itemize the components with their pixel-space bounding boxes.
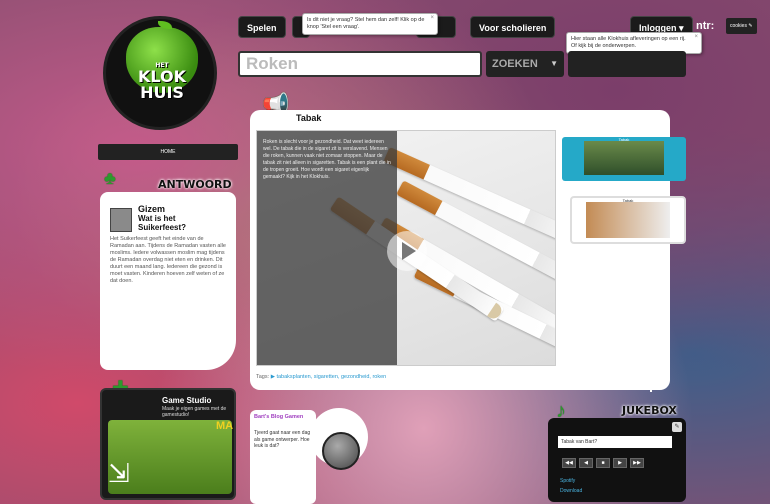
tooltip-stel-vraag: Is dit niet je vraag? Stel hem dan zelf!… (302, 13, 438, 35)
nav-voor-scholieren[interactable]: Voor scholieren (470, 16, 556, 38)
blog-title: Bart's Blog Gamen (254, 414, 304, 420)
antwoord-panel[interactable]: Gizem Wat is het Suikerfeest? Het Suiker… (100, 192, 236, 370)
video-description: Roken is slecht voor je gezondheid. Dat … (257, 131, 397, 365)
tags-links[interactable]: tabaksplanten, sigaretten, gezondheid, r… (276, 374, 386, 380)
tooltip-text: Hier staan alle Klokhuis afleveringen op… (571, 36, 686, 49)
video-thumbnail-2[interactable]: Tabak (570, 196, 686, 244)
antwoord-heading: ANTWOORD (158, 178, 232, 191)
nav-spelen[interactable]: Spelen (238, 16, 286, 38)
thumbnail-image (584, 141, 664, 175)
video-player[interactable]: Roken is slecht voor je gezondheid. Dat … (256, 130, 556, 366)
tag-icon: ▶ (270, 374, 275, 380)
play-icon (402, 242, 416, 260)
game-studio-subtitle: Maak je eigen games met de gamestudio! (162, 406, 227, 418)
rewind-button[interactable]: ◀◀ (562, 458, 576, 468)
klokhuis-logo[interactable]: HET KLOK HUIS (103, 16, 217, 130)
jukebox-heading: JUKEBOX (622, 404, 677, 417)
forward-button[interactable]: ▶▶ (630, 458, 644, 468)
thumbnail-label: Tabak (618, 137, 630, 142)
close-icon[interactable]: × (430, 15, 434, 22)
play-button[interactable]: ▶ (613, 458, 627, 468)
jukebox-panel: ✎ Tabak van Bart? ◀◀ ◀ ■ ▶ ▶▶ Spotify Do… (548, 418, 686, 502)
logo-line2: HUIS (140, 83, 184, 102)
play-button[interactable] (387, 231, 427, 271)
prev-button[interactable]: ◀ (579, 458, 593, 468)
edit-icon[interactable]: ✎ (672, 422, 682, 432)
thumbnail-image (586, 202, 670, 238)
ntr-logo: ntr: (696, 20, 715, 32)
avatar (110, 208, 132, 232)
game-studio-panel[interactable]: Game Studio Maak je eigen games met de g… (100, 388, 236, 500)
game-studio-title: Game Studio (162, 396, 212, 405)
home-button[interactable]: HOME (98, 144, 238, 160)
tooltip-text: Is dit niet je vraag? Stel hem dan zelf!… (307, 17, 425, 30)
logo-text: HET KLOK HUIS (124, 63, 200, 101)
antwoord-question[interactable]: Wat is het Suikerfeest? (138, 214, 218, 232)
game-studio-image: MA ⇲ (108, 420, 234, 494)
pencil-icon[interactable] (322, 432, 360, 470)
jukebox-controls: ◀◀ ◀ ■ ▶ ▶▶ (562, 458, 644, 468)
jukebox-input[interactable]: Tabak van Bart? (558, 436, 672, 448)
chevron-down-icon: ▼ (550, 59, 558, 68)
jukebox-link-1[interactable]: Spotify (560, 478, 575, 484)
close-icon[interactable]: × (694, 34, 698, 41)
jukebox-link-2[interactable]: Download (560, 488, 582, 494)
blog-panel[interactable]: Bart's Blog Gamen Tjeerd gaat naar een d… (250, 410, 316, 504)
thumbnail-label: Tabak (622, 198, 634, 203)
antwoord-icon: ♣ (104, 168, 116, 188)
video-thumbnail-1[interactable]: Tabak (562, 137, 686, 181)
tags-row: Tags: ▶ tabaksplanten, sigaretten, gezon… (256, 374, 386, 380)
search-button-label: ZOEKEN (492, 58, 538, 70)
antwoord-name: Gizem (138, 204, 166, 214)
cookies-button[interactable]: cookies ✎ (726, 18, 757, 34)
cookies-label: cookies (730, 23, 747, 29)
settings-icon: ✎ (748, 23, 753, 29)
arrow-cursor-icon: ⇲ (108, 458, 130, 488)
antwoord-body: Het Suikerfeest geeft het einde van de R… (110, 236, 226, 284)
main-title: Tabak (296, 113, 322, 123)
search-input[interactable]: Roken (238, 51, 482, 77)
tags-label: Tags: (256, 374, 270, 380)
game-studio-ma: MA (216, 420, 234, 432)
stop-button[interactable]: ■ (596, 458, 610, 468)
blog-body: Tjeerd gaat naar een dag als game ontwer… (254, 430, 311, 449)
search-button[interactable]: ZOEKEN ▼ (486, 51, 564, 77)
search-right-button[interactable] (568, 51, 686, 77)
